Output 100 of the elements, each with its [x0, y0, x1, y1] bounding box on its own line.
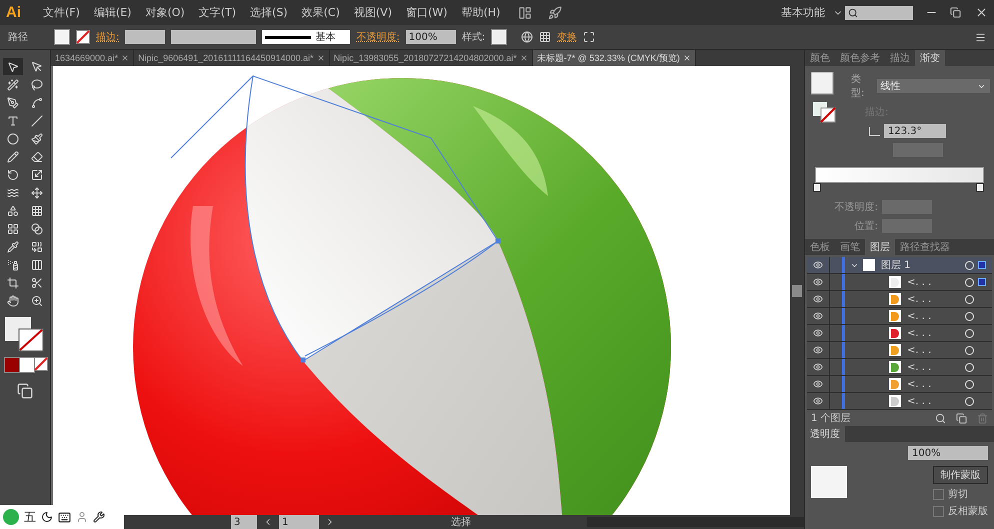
zoom-field[interactable]: 3	[231, 515, 257, 529]
close-icon[interactable]	[682, 54, 691, 62]
globe-icon[interactable]	[521, 31, 534, 43]
stroke-link[interactable]: 描边:	[96, 30, 120, 44]
menu-item[interactable]: 效果(C)	[296, 5, 346, 20]
stroke-weight-field[interactable]	[125, 30, 166, 44]
stroke-none-icon[interactable]	[76, 30, 90, 44]
sublayer-name[interactable]: <. . .	[901, 276, 965, 288]
selection-path[interactable]	[170, 75, 500, 362]
menu-item[interactable]: 帮助(H)	[455, 5, 506, 20]
panel-tab[interactable]: 图层	[865, 239, 895, 255]
sublayer-name[interactable]: <. . .	[901, 396, 965, 406]
vertical-scrollbar[interactable]	[790, 66, 804, 515]
wrench-icon[interactable]	[93, 511, 105, 523]
layer-row[interactable]: <. . .	[807, 325, 992, 342]
layer-row[interactable]: <. . .	[807, 342, 992, 359]
menu-item[interactable]: 对象(O)	[139, 5, 191, 20]
input-mode-label[interactable]: 五	[24, 508, 36, 526]
horizontal-scrollbar[interactable]	[587, 517, 804, 527]
style-swatch[interactable]	[491, 29, 508, 45]
sublayer-name[interactable]: <. . .	[901, 362, 965, 372]
type-dropdown[interactable]: 线性	[876, 79, 990, 93]
brush-profile-field[interactable]: 基本	[262, 30, 350, 44]
gradient-stop[interactable]	[813, 183, 821, 192]
layer-row[interactable]: <. . .	[807, 393, 992, 410]
menu-item[interactable]: 文件(F)	[37, 5, 86, 20]
menu-item[interactable]: 文字(T)	[192, 5, 242, 20]
transform-link[interactable]: 变换	[557, 30, 578, 44]
moon-icon[interactable]	[41, 511, 53, 523]
layer-row[interactable]: <. . .	[807, 308, 992, 325]
panel-tab[interactable]: 画笔	[835, 239, 865, 255]
menu-item[interactable]: 窗口(W)	[400, 5, 454, 20]
angle-field[interactable]: 123.3°	[884, 124, 946, 138]
layout-icon[interactable]	[518, 6, 532, 20]
clipping-mask-icon[interactable]	[956, 412, 967, 424]
menu-item[interactable]: 选择(S)	[244, 5, 294, 20]
keyboard-icon[interactable]	[58, 510, 71, 524]
panel-tab[interactable]: 渐变	[915, 50, 945, 66]
visibility-icon[interactable]	[813, 260, 823, 270]
visibility-icon[interactable]	[813, 396, 823, 406]
gradient-mode-button[interactable]	[19, 357, 35, 373]
sublayer-name[interactable]: <. . .	[901, 378, 965, 390]
s-logo-icon[interactable]	[3, 509, 19, 525]
sublayer-name[interactable]: <. . .	[901, 294, 965, 304]
sublayer-name[interactable]: <. . .	[901, 310, 965, 322]
restore-icon[interactable]	[950, 7, 961, 18]
visibility-icon[interactable]	[813, 362, 823, 372]
crop-icon	[7, 276, 19, 288]
search-field[interactable]	[845, 6, 913, 20]
visibility-icon[interactable]	[813, 311, 823, 321]
close-icon[interactable]	[316, 54, 325, 62]
visibility-icon[interactable]	[813, 345, 823, 355]
align-grid-icon[interactable]	[539, 31, 552, 43]
visibility-icon[interactable]	[813, 294, 823, 304]
close-icon[interactable]	[520, 54, 528, 62]
close-icon[interactable]	[121, 54, 130, 62]
zoom-icon	[31, 294, 43, 306]
layer-row[interactable]: <. . .	[807, 376, 992, 393]
panel-tab[interactable]: 颜色	[805, 50, 835, 66]
panel-tab[interactable]: 路径查找器	[895, 239, 955, 255]
page-field[interactable]: 1	[279, 515, 319, 529]
opacity-field[interactable]: 100%	[406, 30, 456, 44]
visibility-icon[interactable]	[813, 328, 823, 338]
panel-tab[interactable]: 颜色参考	[835, 50, 885, 66]
visibility-icon[interactable]	[813, 379, 823, 389]
visibility-icon[interactable]	[813, 277, 823, 287]
clip-checkbox[interactable]	[933, 488, 944, 500]
pencil-icon	[7, 150, 19, 162]
panel-menu-icon[interactable]	[975, 32, 986, 42]
gradient-stop[interactable]	[976, 183, 984, 192]
color-mode-button[interactable]	[4, 357, 20, 373]
layer-row[interactable]: <. . .	[807, 274, 992, 291]
search-icon[interactable]	[935, 412, 946, 424]
document-tab[interactable]: Nipic_13983055_20180727214204802000.ai*	[330, 50, 533, 66]
panel-tab[interactable]: 描边	[885, 50, 915, 66]
opacity-field[interactable]: 100%	[908, 446, 988, 460]
rocket-icon[interactable]	[548, 6, 562, 20]
document-tab[interactable]: 未标题-7* @ 532.33% (CMYK/预览)	[532, 50, 696, 66]
stroke-none-icon[interactable]	[34, 357, 48, 371]
make-mask-button[interactable]: 制作蒙版	[933, 466, 988, 484]
menu-item[interactable]: 编辑(E)	[88, 5, 138, 20]
menu-item[interactable]: 视图(V)	[348, 5, 398, 20]
bounding-box-icon[interactable]	[583, 31, 596, 43]
workspace-switcher[interactable]: 基本功能	[775, 5, 831, 20]
sublayer-name[interactable]: <. . .	[901, 344, 965, 356]
screen-mode-icon[interactable]	[17, 383, 33, 399]
person-icon[interactable]	[76, 511, 88, 523]
invert-mask-checkbox[interactable]	[933, 506, 944, 516]
fill-swatch[interactable]	[54, 29, 70, 45]
layer-row[interactable]: <. . .	[807, 359, 992, 376]
tool-button[interactable]	[3, 58, 23, 75]
variable-width-field[interactable]	[171, 30, 256, 44]
fill-stroke-swatches-icon[interactable]	[5, 317, 45, 353]
opacity-link[interactable]: 不透明度:	[356, 30, 400, 44]
panel-tab[interactable]: 色板	[805, 239, 835, 255]
selection-indicator[interactable]	[978, 261, 986, 269]
close-icon[interactable]	[975, 6, 988, 19]
layer-row[interactable]: <. . .	[807, 291, 992, 308]
selection-indicator[interactable]	[978, 278, 986, 286]
sublayer-name[interactable]: <. . .	[901, 328, 965, 338]
